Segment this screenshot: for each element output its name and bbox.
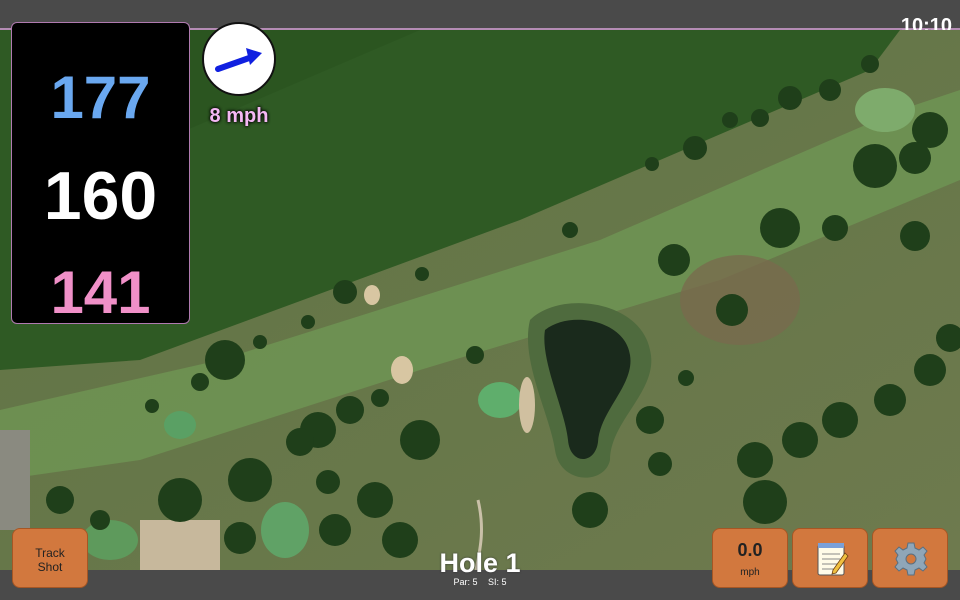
front-distance: 141 bbox=[50, 259, 151, 326]
hole-stroke-index: SI: 5 bbox=[488, 577, 507, 587]
wind-indicator bbox=[202, 22, 276, 96]
notes-button[interactable] bbox=[792, 528, 868, 588]
back-distance: 177 bbox=[50, 64, 151, 131]
wind-speed-label: 8 mph bbox=[209, 105, 269, 127]
center-distance: 160 bbox=[43, 158, 158, 234]
distance-panel: 177 160 141 bbox=[11, 22, 190, 326]
notepad-icon bbox=[817, 543, 849, 576]
gear-icon bbox=[894, 542, 928, 576]
settings-button[interactable] bbox=[872, 528, 948, 588]
speed-unit: mph bbox=[740, 567, 760, 578]
wind-arrow-icon bbox=[215, 48, 262, 72]
hole-info: Par: 5 SI: 5 bbox=[380, 577, 580, 587]
speed-button[interactable]: 0.0 mph bbox=[712, 528, 788, 588]
hole-title: Hole 1 bbox=[439, 548, 521, 578]
speed-value: 0.0 bbox=[737, 540, 763, 560]
hole-par: Par: 5 bbox=[453, 577, 478, 587]
track-shot-label-line1: Track bbox=[35, 546, 65, 560]
track-shot-button[interactable]: Track Shot bbox=[12, 528, 88, 588]
track-shot-label-line2: Shot bbox=[37, 560, 63, 574]
